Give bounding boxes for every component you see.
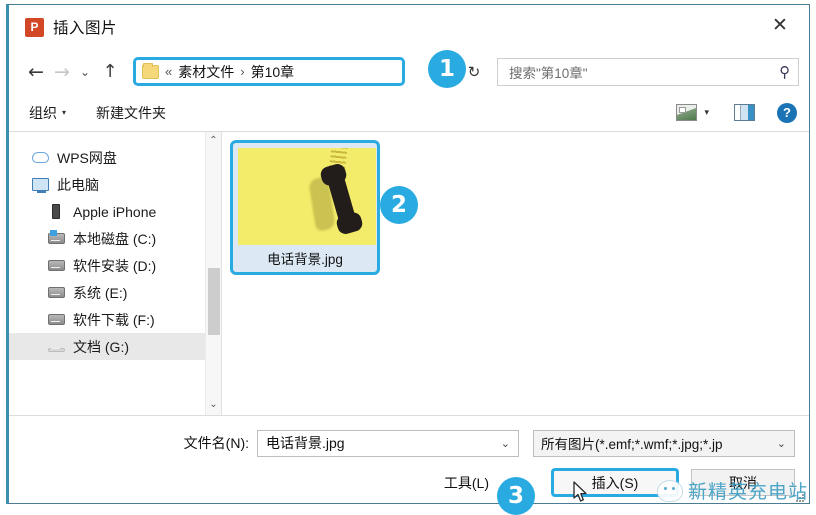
scrollbar-track[interactable] [208,151,220,399]
new-folder-label: 新建文件夹 [96,103,166,123]
wechat-logo-icon [657,480,683,502]
address-bar: ← → ⌄ ↑ « 素材文件 › 第10章 ⌄ ↻ 搜索"第10章" ⚲ [9,49,809,94]
tools-button[interactable]: 工具(L) [444,473,489,493]
sidebar-item-disk-g[interactable]: 文档 (G:) [9,333,205,360]
toolbar-right-group: ▾ ? [676,103,797,123]
organize-button[interactable]: 组织 ▾ [29,103,66,123]
command-toolbar: 组织 ▾ 新建文件夹 ▾ ? [9,94,809,132]
file-name-label: 电话背景.jpg [238,245,372,270]
annotation-badge-3: 3 [497,477,535,515]
sidebar-item-label: 系统 (E:) [73,283,127,303]
folder-icon [142,65,159,79]
drive-icon [47,287,65,298]
breadcrumb[interactable]: « 素材文件 › 第10章 [133,57,405,86]
view-chevron-down-icon[interactable]: ▾ [702,107,717,118]
insert-picture-dialog: P 插入图片 ✕ ← → ⌄ ↑ « 素材文件 › 第10章 ⌄ ↻ 搜索"第1… [6,4,810,504]
navigation-scrollbar[interactable]: ⌃ ⌄ [205,132,221,415]
filename-input[interactable]: 电话背景.jpg ⌄ [257,430,519,457]
sidebar-item-apple-iphone[interactable]: Apple iPhone [9,198,205,225]
sidebar-item-this-pc[interactable]: 此电脑 [9,171,205,198]
breadcrumb-container[interactable]: « 素材文件 › 第10章 [133,57,405,86]
search-placeholder: 搜索"第10章" [509,62,779,82]
file-thumbnail [238,148,376,245]
drive-icon [47,314,65,325]
recent-locations-chevron-down-icon[interactable]: ⌄ [75,57,95,87]
sidebar-item-label: Apple iPhone [73,204,156,220]
sidebar-item-label: 本地磁盘 (C:) [73,229,156,249]
cloud-icon [31,152,49,163]
breadcrumb-separator: › [240,64,244,79]
file-item[interactable]: 电话背景.jpg [230,140,380,275]
filetype-select[interactable]: 所有图片(*.emf;*.wmf;*.jpg;*.jp ⌄ [533,430,795,457]
close-icon[interactable]: ✕ [759,9,801,41]
watermark-text: 新精英充电站 [688,477,808,504]
up-button[interactable]: ↑ [97,57,123,87]
breadcrumb-prefix: « [165,64,172,79]
help-icon[interactable]: ? [777,103,797,123]
sidebar-item-disk-f[interactable]: 软件下载 (F:) [9,306,205,333]
annotation-badge-1: 1 [428,50,466,88]
mouse-pointer-icon [573,481,589,504]
annotation-badge-2: 2 [380,186,418,224]
sidebar-item-label: 此电脑 [57,175,99,195]
computer-icon [31,178,49,191]
sidebar-item-wps-cloud[interactable]: WPS网盘 [9,144,205,171]
file-list-pane[interactable]: 电话背景.jpg [221,132,809,415]
title-bar: P 插入图片 ✕ [9,5,809,49]
search-input[interactable]: 搜索"第10章" ⚲ [497,58,799,86]
dialog-title: 插入图片 [53,16,117,38]
filetype-chevron-down-icon[interactable]: ⌄ [777,437,790,450]
filename-chevron-down-icon[interactable]: ⌄ [501,437,514,450]
drive-icon [47,341,65,352]
scrollbar-thumb[interactable] [208,268,220,335]
filetype-value: 所有图片(*.emf;*.wmf;*.jpg;*.jp [541,433,777,453]
filename-row: 文件名(N): 电话背景.jpg ⌄ 所有图片(*.emf;*.wmf;*.jp… [9,416,809,460]
breadcrumb-item-0[interactable]: 素材文件 [178,62,234,82]
drive-icon [47,260,65,271]
chevron-down-icon: ▾ [62,108,66,117]
view-layout-icon[interactable] [676,104,697,121]
new-folder-button[interactable]: 新建文件夹 [96,103,166,123]
preview-pane-icon[interactable] [734,104,755,121]
scroll-up-icon[interactable]: ⌃ [209,135,217,151]
sidebar-item-local-disk-c[interactable]: 本地磁盘 (C:) [9,225,205,252]
search-icon[interactable]: ⚲ [779,63,790,81]
powerpoint-icon: P [25,18,44,37]
sidebar-item-label: 软件安装 (D:) [73,256,156,276]
sidebar-item-disk-e[interactable]: 系统 (E:) [9,279,205,306]
breadcrumb-item-1[interactable]: 第10章 [251,62,295,82]
navigation-pane: WPS网盘 此电脑 Apple iPhone 本地磁盘 (C:) 软件安装 (D… [9,132,205,415]
filename-value: 电话背景.jpg [266,433,501,453]
dialog-body: WPS网盘 此电脑 Apple iPhone 本地磁盘 (C:) 软件安装 (D… [9,132,809,415]
sidebar-item-label: 文档 (G:) [73,337,129,357]
watermark: 新精英充电站 [657,477,808,504]
sidebar-item-label: 软件下载 (F:) [73,310,155,330]
scroll-down-icon[interactable]: ⌄ [209,399,217,415]
back-button[interactable]: ← [23,57,49,87]
sidebar-item-disk-d[interactable]: 软件安装 (D:) [9,252,205,279]
phone-device-icon [47,204,65,219]
filename-label: 文件名(N): [9,433,257,453]
drive-windows-icon [47,233,65,244]
sidebar-item-label: WPS网盘 [57,148,117,168]
organize-label: 组织 [29,103,57,123]
forward-button[interactable]: → [49,57,75,87]
